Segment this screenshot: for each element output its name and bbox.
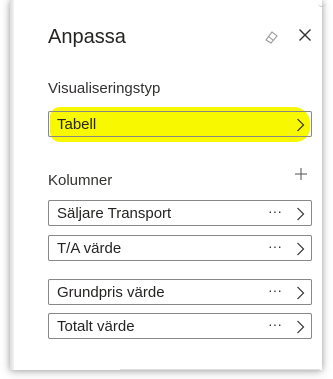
pane-title: Anpassa	[48, 26, 126, 48]
columns-label: Kolumner	[48, 172, 113, 189]
column-item-totalt-varde[interactable]: Totalt värde ···	[48, 313, 312, 339]
column-item-ta-varde[interactable]: T/A värde ···	[48, 235, 312, 261]
customize-pane: Anpassa Visualiseringstyp Tabell Kolumne…	[10, 0, 326, 370]
chevron-right-icon	[297, 118, 305, 132]
chevron-right-icon[interactable]	[296, 320, 305, 334]
column-item-label: Säljare Transport	[57, 205, 172, 222]
column-item-label: Totalt värde	[57, 318, 135, 335]
column-item-grundpris-varde[interactable]: Grundpris värde ···	[48, 279, 312, 305]
plus-icon[interactable]	[294, 167, 308, 181]
chevron-right-icon[interactable]	[296, 286, 305, 300]
divider	[120, 369, 320, 370]
column-item-saljare-transport[interactable]: Säljare Transport ···	[48, 200, 312, 226]
more-options-icon[interactable]: ···	[268, 282, 282, 298]
visualization-type-select[interactable]: Tabell	[48, 111, 312, 137]
more-options-icon[interactable]: ···	[268, 203, 282, 219]
eraser-icon[interactable]	[263, 29, 279, 45]
column-item-label: T/A värde	[57, 240, 122, 257]
more-options-icon[interactable]: ···	[268, 316, 282, 332]
close-icon[interactable]	[297, 27, 313, 43]
chevron-right-icon[interactable]	[296, 207, 305, 221]
chevron-right-icon[interactable]	[296, 242, 305, 256]
pane-edge-marker	[318, 0, 326, 7]
column-item-label: Grundpris värde	[57, 284, 165, 301]
more-options-icon[interactable]: ···	[268, 238, 282, 254]
visualization-type-label: Visualiseringstyp	[48, 80, 161, 97]
visualization-type-value: Tabell	[57, 116, 97, 133]
